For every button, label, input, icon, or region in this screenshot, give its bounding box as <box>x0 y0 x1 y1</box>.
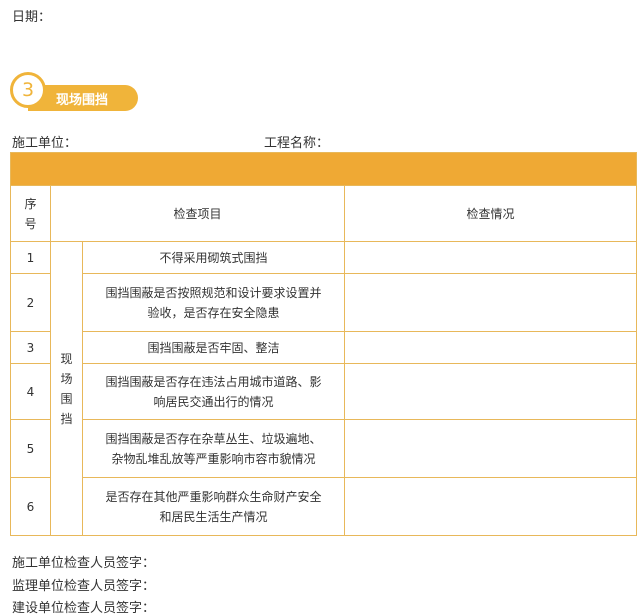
date-label: 日期： <box>12 10 52 25</box>
section-title: 现场围挡 <box>56 93 109 108</box>
header-item: 检查项目 <box>50 185 345 242</box>
row-number: 1 <box>10 241 51 274</box>
header-status: 检查情况 <box>344 185 637 242</box>
row-item: 围挡围蔽是否牢固、整洁 <box>82 331 345 364</box>
builder-signature-label: 施工单位检查人员签字： <box>12 556 156 571</box>
row-status-cell[interactable] <box>344 363 637 420</box>
row-number: 3 <box>10 331 51 364</box>
row-status-cell[interactable] <box>344 241 637 274</box>
row-status-cell[interactable] <box>344 273 637 332</box>
supervisor-signature-label: 监理单位检查人员签字： <box>12 579 156 594</box>
table-header-row: 序 号 检查项目 检查情况 <box>10 185 637 242</box>
row-item: 围挡围蔽是否按照规范和设计要求设置并 验收，是否存在安全隐患 <box>82 273 345 332</box>
table-row: 2 围挡围蔽是否按照规范和设计要求设置并 验收，是否存在安全隐患 <box>10 273 637 332</box>
row-item: 是否存在其他严重影响群众生命财产安全 和居民生活生产情况 <box>82 477 345 536</box>
section-header: 3 现场围挡 <box>10 72 140 112</box>
row-item: 围挡围蔽是否存在违法占用城市道路、影 响居民交通出行的情况 <box>82 363 345 420</box>
header-band-cell <box>10 152 637 186</box>
table-row: 5 围挡围蔽是否存在杂草丛生、垃圾遍地、 杂物乱堆乱放等严重影响市容市貌情况 <box>10 419 637 478</box>
inspection-table: 序 号 检查项目 检查情况 1 现 场 围 挡 不得采用砌筑式围挡 2 围挡围蔽… <box>10 152 637 536</box>
table-row: 6 是否存在其他严重影响群众生命财产安全 和居民生活生产情况 <box>10 477 637 536</box>
row-status-cell[interactable] <box>344 331 637 364</box>
table-row: 3 围挡围蔽是否牢固、整洁 <box>10 331 637 364</box>
row-number: 2 <box>10 273 51 332</box>
row-item: 不得采用砌筑式围挡 <box>82 241 345 274</box>
row-status-cell[interactable] <box>344 419 637 478</box>
row-number: 5 <box>10 419 51 478</box>
section-number-badge: 3 <box>10 72 46 108</box>
row-number: 6 <box>10 477 51 536</box>
construction-unit-label: 施工单位： <box>12 136 78 151</box>
row-item: 围挡围蔽是否存在杂草丛生、垃圾遍地、 杂物乱堆乱放等严重影响市容市貌情况 <box>82 419 345 478</box>
table-row: 1 现 场 围 挡 不得采用砌筑式围挡 <box>10 241 637 536</box>
row-number: 4 <box>10 363 51 420</box>
header-seq: 序 号 <box>10 185 51 242</box>
category-cell: 现 场 围 挡 <box>50 241 83 536</box>
table-header-band <box>10 152 637 186</box>
owner-signature-label: 建设单位检查人员签字： <box>12 601 156 616</box>
row-status-cell[interactable] <box>344 477 637 536</box>
table-row: 4 围挡围蔽是否存在违法占用城市道路、影 响居民交通出行的情况 <box>10 363 637 420</box>
project-name-label: 工程名称： <box>264 136 330 151</box>
